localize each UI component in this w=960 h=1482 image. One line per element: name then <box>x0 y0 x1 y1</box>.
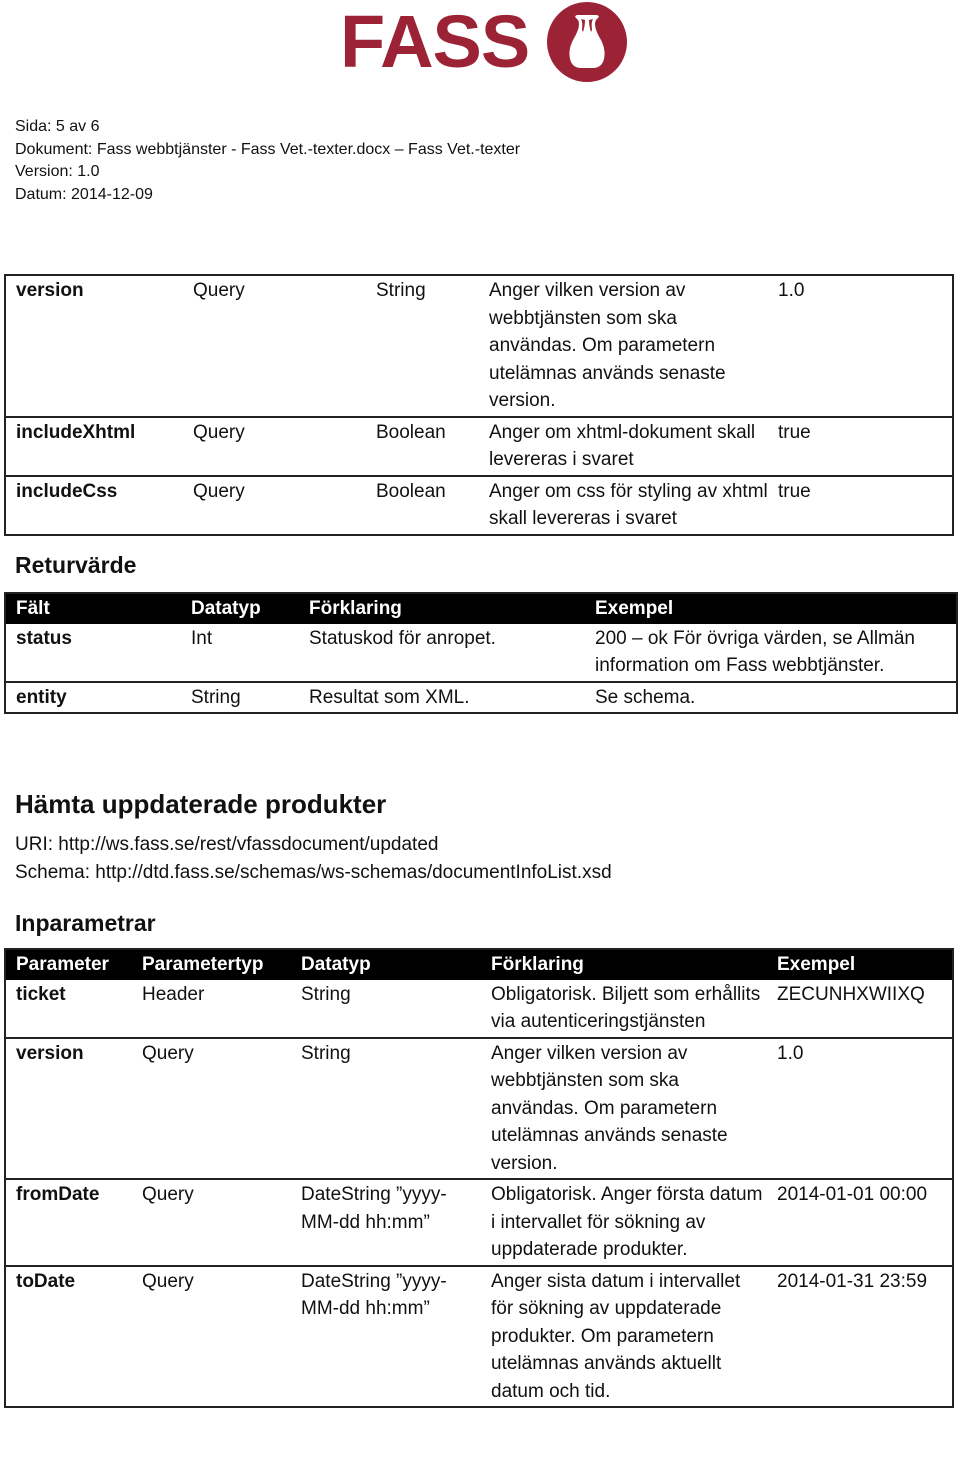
param-name: version <box>16 280 84 301</box>
param-desc: Anger vilken version av webbtjänsten som… <box>491 1042 728 1174</box>
header-parametertyp: Parametertyp <box>132 949 291 980</box>
table-row: ticket Header String Obligatorisk. Bilje… <box>5 980 953 1038</box>
param-desc: Obligatorisk. Anger första datum i inter… <box>491 1184 763 1260</box>
table-row: version Query String Anger vilken versio… <box>5 275 953 417</box>
header-forklaring: Förklaring <box>481 949 767 980</box>
param-desc: Anger sista datum i intervallet för sökn… <box>491 1270 741 1402</box>
table-row: includeCss Query Boolean Anger om css fö… <box>5 475 953 535</box>
field-desc: Resultat som XML. <box>309 686 470 708</box>
table-row: version Query String Anger vilken versio… <box>5 1037 953 1180</box>
param-datatype: String <box>301 1042 351 1064</box>
inparametrar-table: Parameter Parametertyp Datatyp Förklarin… <box>4 948 954 1408</box>
header-exempel: Exempel <box>767 949 953 980</box>
param-datatype: Boolean <box>376 480 446 502</box>
param-datatype: DateString ”yyyy-MM-dd hh:mm” <box>301 1270 447 1320</box>
table-row: toDate Query DateString ”yyyy-MM-dd hh:m… <box>5 1265 953 1408</box>
document-meta: Sida: 5 av 6 Dokument: Fass webbtjänster… <box>15 116 520 206</box>
param-datatype: String <box>376 280 426 301</box>
field-name: status <box>16 627 72 649</box>
uri-text: URI: http://ws.fass.se/rest/vfassdocumen… <box>15 834 439 855</box>
logo-text: FASS <box>340 0 530 83</box>
param-name: ticket <box>16 983 66 1005</box>
field-example: Se schema. <box>595 686 696 708</box>
param-example: ZECUNHXWIIXQ <box>777 983 925 1005</box>
field-datatype: String <box>191 686 241 708</box>
section-heading: Hämta uppdaterade produkter <box>15 789 387 819</box>
field-datatype: Int <box>191 627 213 649</box>
param-example: 1.0 <box>777 1042 804 1064</box>
document-name: Dokument: Fass webbtjänster - Fass Vet.-… <box>15 140 521 158</box>
table-row: entity String Resultat som XML. Se schem… <box>5 681 957 714</box>
header-parameter: Parameter <box>5 949 132 980</box>
document-version: Version: 1.0 <box>15 163 100 180</box>
param-name: fromDate <box>16 1184 100 1205</box>
param-name: includeCss <box>16 480 118 502</box>
param-datatype: Boolean <box>376 421 446 443</box>
field-name: entity <box>16 686 67 708</box>
table-row: includeXhtml Query Boolean Anger om xhtm… <box>5 416 953 476</box>
param-example: 1.0 <box>778 280 805 301</box>
param-example: 2014-01-31 23:59 <box>777 1270 928 1292</box>
param-type: Query <box>193 480 245 502</box>
schema-text: Schema: http://dtd.fass.se/schemas/ws-sc… <box>15 861 612 883</box>
field-desc: Statuskod för anropet. <box>309 627 496 649</box>
document-date: Datum: 2014-12-09 <box>15 185 153 203</box>
param-datatype: DateString ”yyyy-MM-dd hh:mm” <box>301 1184 447 1233</box>
param-example: 2014-01-01 00:00 <box>777 1184 928 1205</box>
returvarde-table: Fält Datatyp Förklaring Exempel status I… <box>4 592 958 714</box>
param-name: includeXhtml <box>16 421 136 443</box>
table-row: fromDate Query DateString ”yyyy-MM-dd hh… <box>5 1179 953 1266</box>
param-example: true <box>778 421 811 443</box>
header-forklaring: Förklaring <box>299 593 585 624</box>
param-desc: Anger om css för styling av xhtml skall … <box>489 480 768 530</box>
header-datatyp: Datatyp <box>291 949 481 980</box>
fass-logo: FASS <box>340 0 628 83</box>
table-header-row: Fält Datatyp Förklaring Exempel <box>5 593 957 624</box>
table-row: status Int Statuskod för anropet. 200 – … <box>5 624 957 682</box>
header-exempel: Exempel <box>585 593 957 624</box>
header-datatyp: Datatyp <box>181 593 299 624</box>
inparametrar-heading: Inparametrar <box>15 910 156 936</box>
table-header-row: Parameter Parametertyp Datatyp Förklarin… <box>5 949 953 980</box>
parameters-table-continued: version Query String Anger vilken versio… <box>4 274 954 536</box>
header-falt: Fält <box>5 593 181 624</box>
param-type: Query <box>142 1184 194 1205</box>
param-name: toDate <box>16 1270 76 1292</box>
amphora-icon <box>547 2 628 82</box>
param-example: true <box>778 480 811 502</box>
section-info: URI: http://ws.fass.se/rest/vfassdocumen… <box>15 831 612 886</box>
param-type: Query <box>193 421 245 443</box>
param-datatype: String <box>301 983 351 1005</box>
param-type: Header <box>142 983 205 1005</box>
param-desc: Anger vilken version av webbtjänsten som… <box>489 280 726 411</box>
returvarde-heading: Returvärde <box>15 552 137 578</box>
param-desc: Anger om xhtml-dokument skall levereras … <box>489 421 756 471</box>
param-name: version <box>16 1042 84 1064</box>
param-desc: Obligatorisk. Biljett som erhållits via … <box>491 983 761 1033</box>
param-type: Query <box>193 280 245 301</box>
field-example: 200 – ok För övriga värden, se Allmän in… <box>595 627 916 677</box>
param-type: Query <box>142 1042 194 1064</box>
page-number: Sida: 5 av 6 <box>15 118 100 135</box>
param-type: Query <box>142 1270 194 1292</box>
